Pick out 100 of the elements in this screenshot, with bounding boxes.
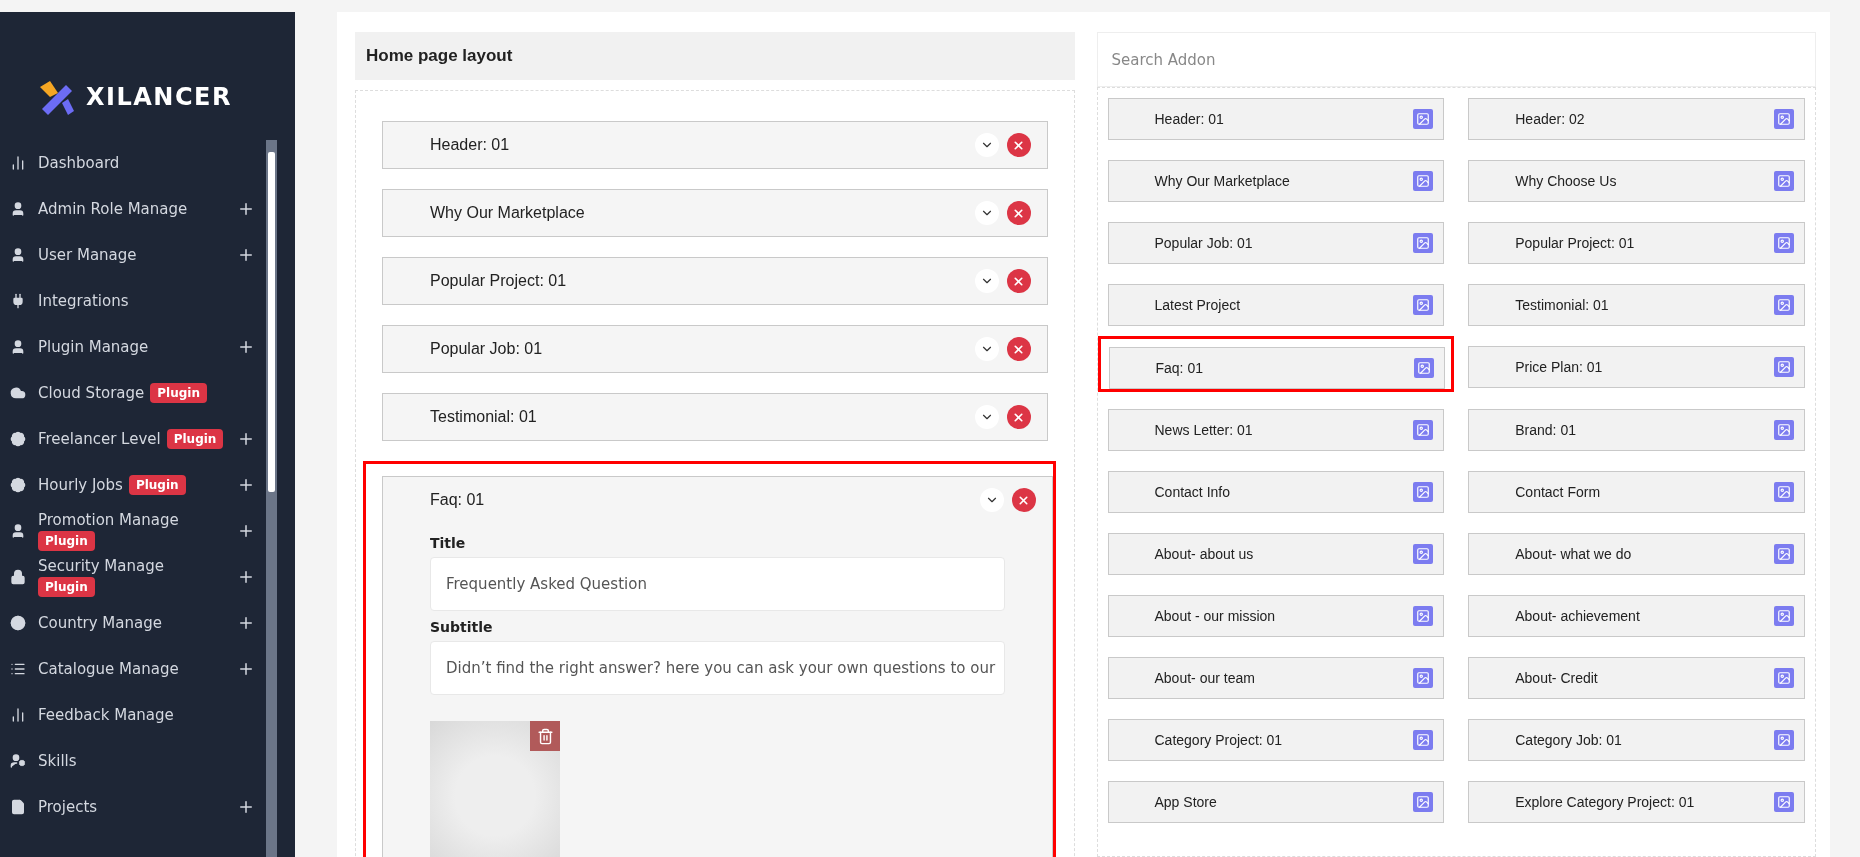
- text-field[interactable]: Didn’t find the right answer? here you can ask your own questions to our: [430, 641, 1005, 695]
- addon-label: Contact Info: [1154, 484, 1231, 500]
- addon-label: Header: 01: [1154, 111, 1225, 127]
- plugin-tag: Plugin: [38, 531, 95, 551]
- sidebar-item[interactable]: Freelancer Level Plugin: [10, 416, 255, 462]
- remove-button[interactable]: [1006, 405, 1031, 429]
- collapse-button[interactable]: [974, 337, 999, 361]
- close-icon: [1012, 206, 1025, 220]
- sidebar-item[interactable]: Admin Role Manage: [10, 186, 255, 232]
- sidebar-label: Dashboard: [38, 154, 120, 172]
- user-gear-icon: [10, 753, 26, 769]
- plus-icon[interactable]: [237, 660, 255, 678]
- addon-item[interactable]: Popular Project: 01: [1468, 222, 1805, 264]
- plug-icon: [10, 293, 26, 309]
- addon-item[interactable]: Why Our Marketplace: [1107, 160, 1445, 202]
- plus-icon[interactable]: [237, 430, 255, 448]
- item-title: Testimonial: 01: [430, 408, 538, 426]
- remove-button[interactable]: [1006, 201, 1031, 225]
- plus-icon[interactable]: [237, 338, 255, 356]
- layout-item[interactable]: Faq: 01 Title Frequently Asked Question Subtitle Didn’t find the right answer? here you can ask your own questions to our: [382, 476, 1053, 857]
- plugin-tag: Plugin: [150, 383, 207, 403]
- addon-item[interactable]: Category Job: 01: [1468, 719, 1805, 761]
- plus-icon[interactable]: [237, 200, 255, 218]
- sidebar-item[interactable]: Cloud Storage Plugin: [10, 370, 255, 416]
- delete-button[interactable]: [530, 721, 560, 751]
- remove-button[interactable]: [1006, 269, 1031, 293]
- collapse-button[interactable]: [974, 405, 999, 429]
- sidebar-item[interactable]: Dashboard: [10, 140, 255, 186]
- sidebar-label: Freelancer Level: [38, 430, 161, 448]
- addon-item[interactable]: Faq: 01: [1108, 347, 1446, 389]
- addon-item[interactable]: About- our team: [1107, 657, 1445, 699]
- addon-item[interactable]: About- achievement: [1468, 595, 1805, 637]
- addon-item[interactable]: Header: 02: [1468, 98, 1805, 140]
- sidebar-label: User Manage: [38, 246, 137, 264]
- layout-item[interactable]: Testimonial: 01: [382, 393, 1048, 441]
- item-title: Popular Project: 01: [430, 272, 568, 290]
- addon-item[interactable]: Category Project: 01: [1107, 719, 1445, 761]
- sidebar-item[interactable]: Hourly Jobs Plugin: [10, 462, 255, 508]
- remove-button[interactable]: [1011, 488, 1036, 512]
- user-icon: [10, 201, 26, 217]
- sidebar-item[interactable]: Projects: [10, 784, 255, 830]
- plus-icon[interactable]: [237, 614, 255, 632]
- plugin-tag: Plugin: [38, 577, 95, 597]
- addon-item[interactable]: Popular Job: 01: [1107, 222, 1445, 264]
- remove-button[interactable]: [1006, 133, 1031, 157]
- addon-item[interactable]: Why Choose Us: [1468, 160, 1805, 202]
- plus-icon[interactable]: [237, 246, 255, 264]
- addon-item[interactable]: App Store: [1107, 781, 1445, 823]
- layout-item[interactable]: Popular Project: 01: [382, 257, 1048, 305]
- plus-icon[interactable]: [237, 568, 255, 586]
- scrollbar[interactable]: [266, 140, 277, 857]
- field-label: Title: [430, 535, 467, 551]
- addon-item[interactable]: Header: 01: [1107, 98, 1445, 140]
- addon-item[interactable]: Contact Info: [1107, 471, 1445, 513]
- collapse-button[interactable]: [974, 201, 999, 225]
- addon-item[interactable]: Testimonial: 01: [1468, 284, 1805, 326]
- close-icon: [1012, 274, 1025, 288]
- addon-item[interactable]: Latest Project: [1107, 284, 1445, 326]
- sidebar-item[interactable]: Catalogue Manage: [10, 646, 255, 692]
- sidebar-item[interactable]: Promotion Manage Plugin: [10, 508, 255, 554]
- addon-item[interactable]: About- Credit: [1468, 657, 1805, 699]
- sidebar-item[interactable]: Security Manage Plugin: [10, 554, 255, 600]
- collapse-button[interactable]: [974, 269, 999, 293]
- sidebar-item[interactable]: Plugin Manage: [10, 324, 255, 370]
- plus-icon[interactable]: [237, 476, 255, 494]
- close-icon: [1012, 342, 1025, 356]
- sidebar-item[interactable]: User Manage: [10, 232, 255, 278]
- brand-name: XILANCER: [86, 83, 232, 111]
- sidebar-item[interactable]: Integrations: [10, 278, 255, 324]
- addon-label: About- what we do: [1515, 546, 1633, 562]
- sidebar-item[interactable]: Country Manage: [10, 600, 255, 646]
- addon-item[interactable]: About- what we do: [1468, 533, 1805, 575]
- sidebar-item[interactable]: Skills: [10, 738, 255, 784]
- addon-item[interactable]: News Letter: 01: [1107, 409, 1445, 451]
- search-field[interactable]: Search Addon: [1096, 32, 1816, 87]
- addon-item[interactable]: Price Plan: 01: [1468, 346, 1805, 388]
- sidebar-label: Projects: [38, 798, 98, 816]
- addon-item[interactable]: Contact Form: [1468, 471, 1805, 513]
- addon-item[interactable]: About - our mission: [1107, 595, 1445, 637]
- sidebar-label: Hourly Jobs: [38, 476, 123, 494]
- addon-item[interactable]: About- about us: [1107, 533, 1445, 575]
- user-icon: [10, 523, 26, 539]
- collapse-button[interactable]: [979, 488, 1004, 512]
- sidebar-item[interactable]: Feedback Manage: [10, 692, 255, 738]
- text-field[interactable]: Frequently Asked Question: [430, 557, 1005, 611]
- layout-item[interactable]: Popular Job: 01: [382, 325, 1048, 373]
- remove-button[interactable]: [1006, 337, 1031, 361]
- plus-icon[interactable]: [237, 798, 255, 816]
- bar-chart-icon: [10, 707, 26, 723]
- layout-item[interactable]: Header: 01: [382, 121, 1048, 169]
- addon-item[interactable]: Brand: 01: [1468, 409, 1805, 451]
- plus-icon[interactable]: [237, 522, 255, 540]
- addon-label: Latest Project: [1154, 297, 1242, 313]
- addon-label: About- about us: [1154, 546, 1255, 562]
- item-title: Faq: 01: [430, 491, 486, 509]
- collapse-button[interactable]: [974, 133, 999, 157]
- user-icon: [10, 247, 26, 263]
- addon-item[interactable]: Explore Category Project: 01: [1468, 781, 1805, 823]
- layout-item[interactable]: Why Our Marketplace: [382, 189, 1048, 237]
- sidebar-label: Security Manage: [38, 557, 164, 575]
